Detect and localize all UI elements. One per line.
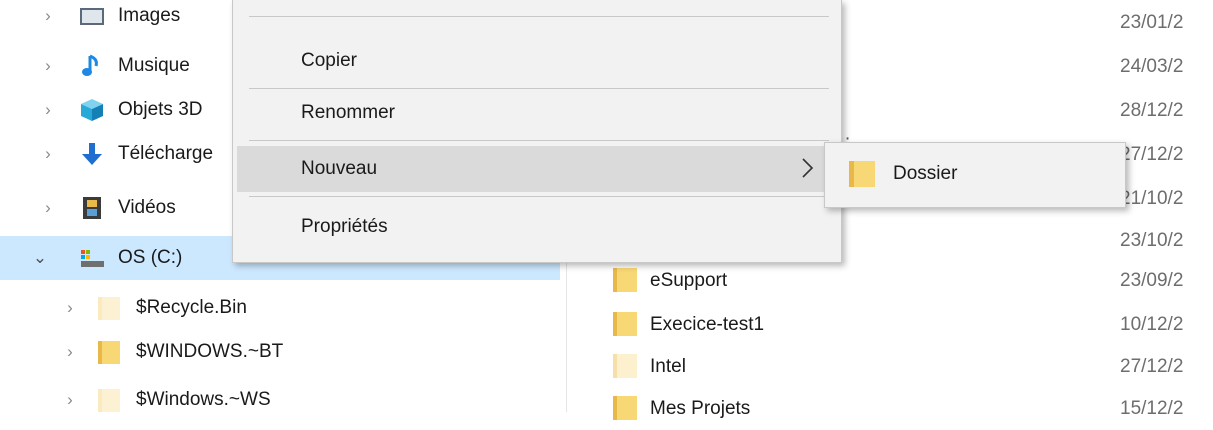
menu-item-label: Renommer [301, 102, 395, 123]
menu-separator [249, 196, 829, 197]
file-name: Mes Projets [650, 398, 751, 419]
file-name: eSupport [650, 270, 728, 291]
file-date: 24/03/2 [1120, 56, 1184, 77]
nav-item-label: Vidéos [118, 197, 176, 218]
submenu-item-label: Dossier [893, 163, 958, 184]
menu-item-label: Propriétés [301, 216, 388, 237]
submenu-item-dossier[interactable]: Dossier [825, 143, 1125, 207]
menu-item-proprietes[interactable]: Propriétés [237, 204, 837, 250]
file-name: Execice-test1 [650, 314, 765, 335]
chevron-right-icon[interactable]: › [38, 144, 58, 164]
3d-objects-icon [78, 96, 106, 124]
chevron-down-icon[interactable]: ⌄ [30, 248, 50, 268]
context-menu: Copier Renommer Nouveau Propriétés [232, 0, 842, 263]
file-name: Intel [650, 356, 686, 377]
file-date: 23/09/2 [1120, 270, 1184, 291]
menu-separator [249, 88, 829, 89]
submenu-nouveau: Dossier [824, 142, 1126, 208]
file-row[interactable]: Intel 27/12/2 [567, 344, 1213, 388]
nav-item-windows-bt[interactable]: › $WINDOWS.~BT [0, 330, 560, 374]
chevron-right-icon[interactable]: › [60, 390, 80, 410]
chevron-right-icon[interactable]: › [38, 56, 58, 76]
file-date: 23/01/2 [1120, 12, 1184, 33]
music-note-icon [78, 52, 106, 80]
file-date: 10/12/2 [1120, 314, 1184, 335]
folder-hidden-icon [613, 354, 639, 378]
file-date: 28/12/2 [1120, 100, 1184, 121]
drive-icon [78, 244, 106, 272]
film-icon [78, 194, 106, 222]
nav-item-recycle-bin[interactable]: › $Recycle.Bin [0, 286, 560, 330]
menu-item-nouveau[interactable]: Nouveau [237, 146, 837, 192]
nav-item-windows-ws[interactable]: › $Windows.~WS [0, 378, 560, 422]
menu-item-renommer[interactable]: Renommer [237, 90, 837, 136]
nav-item-label: $WINDOWS.~BT [136, 341, 284, 362]
file-date: 23/10/2 [1120, 230, 1184, 251]
nav-item-label: Objets 3D [118, 99, 203, 120]
folder-icon [849, 161, 877, 187]
nav-item-label: Musique [118, 55, 190, 76]
menu-separator [249, 16, 829, 17]
download-arrow-icon [78, 140, 106, 168]
folder-icon [96, 338, 124, 366]
file-row[interactable]: Mes Projets 15/12/2 [567, 386, 1213, 430]
chevron-right-icon[interactable]: › [38, 100, 58, 120]
folder-icon [613, 396, 639, 420]
nav-item-label: OS (C:) [118, 247, 183, 268]
nav-item-label: $Windows.~WS [136, 389, 271, 410]
images-folder-icon [78, 2, 106, 30]
file-date: 21/10/2 [1120, 188, 1184, 209]
nav-item-label: Télécharge [118, 143, 214, 164]
chevron-right-icon[interactable]: › [38, 198, 58, 218]
chevron-right-icon [797, 155, 817, 181]
menu-separator [249, 140, 829, 141]
nav-item-label: $Recycle.Bin [136, 297, 247, 318]
file-row[interactable]: eSupport 23/09/2 [567, 258, 1213, 302]
chevron-right-icon[interactable]: › [60, 342, 80, 362]
folder-hidden-icon [96, 294, 124, 322]
nav-item-label: Images [118, 5, 181, 26]
file-date: 27/12/2 [1120, 356, 1184, 377]
menu-item-label: Nouveau [301, 158, 378, 179]
folder-icon [613, 312, 639, 336]
menu-item-copier[interactable]: Copier [237, 38, 837, 84]
menu-item-label: Copier [301, 50, 357, 71]
file-date: 27/12/2 [1120, 144, 1184, 165]
folder-hidden-icon [96, 386, 124, 414]
chevron-right-icon[interactable]: › [38, 6, 58, 26]
file-row[interactable]: Execice-test1 10/12/2 [567, 302, 1213, 346]
chevron-right-icon[interactable]: › [60, 298, 80, 318]
folder-icon [613, 268, 639, 292]
file-date: 15/12/2 [1120, 398, 1184, 419]
